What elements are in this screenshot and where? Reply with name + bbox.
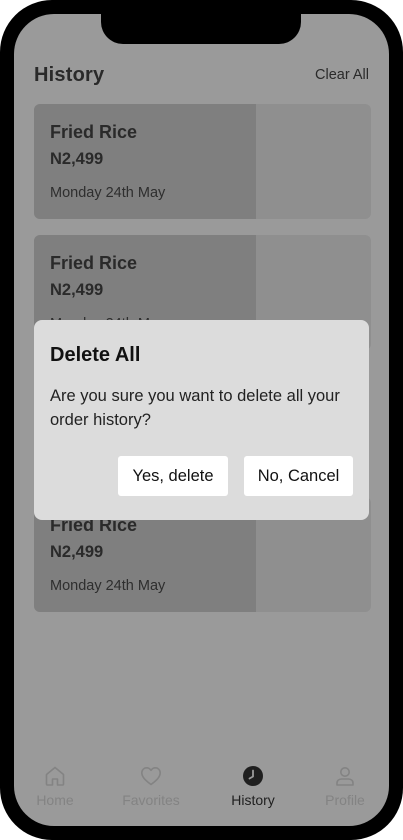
tab-home[interactable]: Home xyxy=(14,764,100,808)
order-date: Monday 24th May xyxy=(50,185,166,201)
order-name: Fried Rice xyxy=(50,253,138,273)
order-price: N2,499 xyxy=(50,150,104,168)
home-icon xyxy=(45,766,65,786)
page-title: History xyxy=(34,64,105,86)
order-price: N2,499 xyxy=(50,543,104,561)
tab-label: Profile xyxy=(325,792,365,808)
confirm-delete-button[interactable]: Yes, delete xyxy=(118,456,228,496)
heart-icon xyxy=(141,767,161,786)
order-name: Fried Rice xyxy=(50,122,138,142)
cancel-button[interactable]: No, Cancel xyxy=(244,456,353,496)
tab-label: Home xyxy=(36,792,74,808)
clock-icon xyxy=(243,766,263,786)
app-screen: History Clear All Fried Rice N2,499 Mond… xyxy=(14,14,389,826)
user-icon xyxy=(336,767,354,786)
dialog-message: Are you sure you want to delete all your… xyxy=(50,387,340,429)
tab-profile[interactable]: Profile xyxy=(300,764,389,808)
order-date: Monday 24th May xyxy=(50,578,166,594)
bottom-tab-bar: Home Favorites History Profile xyxy=(14,752,389,826)
tab-history[interactable]: History xyxy=(208,764,298,808)
order-card[interactable]: Fried Rice N2,499 Monday 24th May xyxy=(34,104,371,219)
delete-all-dialog: Delete All Are you sure you want to dele… xyxy=(34,320,369,520)
tab-label: History xyxy=(231,792,275,808)
phone-notch xyxy=(101,14,301,44)
clear-all-button[interactable]: Clear All xyxy=(315,67,369,83)
tab-favorites[interactable]: Favorites xyxy=(106,764,196,808)
dialog-title: Delete All xyxy=(50,344,141,366)
phone-frame: History Clear All Fried Rice N2,499 Mond… xyxy=(0,0,403,840)
order-price: N2,499 xyxy=(50,281,104,299)
tab-label: Favorites xyxy=(122,792,180,808)
